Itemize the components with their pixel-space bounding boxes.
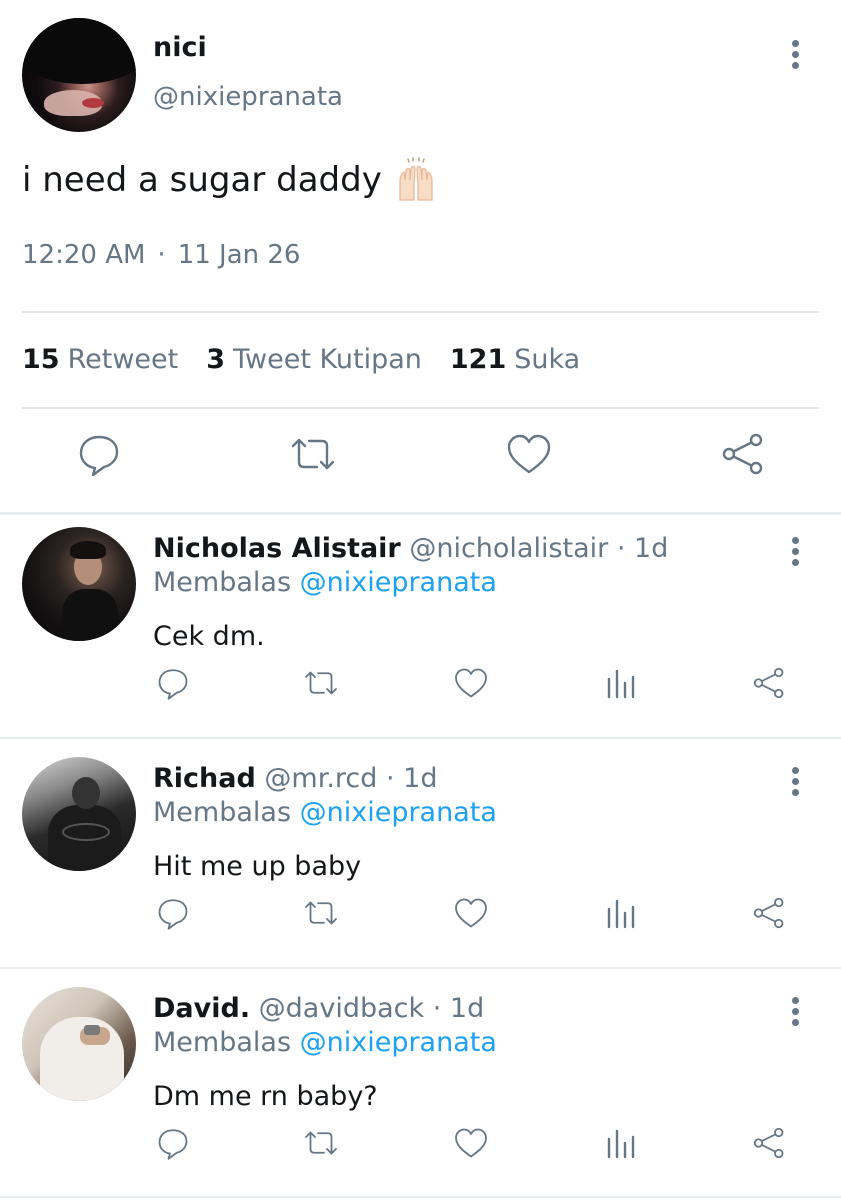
- likes-stat[interactable]: 121 Suka: [450, 344, 580, 375]
- reply-icon[interactable]: [75, 430, 123, 478]
- reply-tweet[interactable]: Nicholas Alistair @nicholalistair · 1d M…: [0, 515, 841, 737]
- like-icon[interactable]: [452, 665, 490, 701]
- reply-author-name[interactable]: David.: [153, 993, 250, 1024]
- divider: [0, 1196, 841, 1198]
- reply-action-bar: [0, 895, 841, 935]
- retweet-icon[interactable]: [287, 430, 339, 478]
- retweets-stat[interactable]: 15 Retweet: [22, 344, 178, 375]
- replying-label: Membalas: [153, 1027, 292, 1058]
- analytics-icon[interactable]: [604, 895, 638, 931]
- analytics-icon[interactable]: [604, 1125, 638, 1161]
- reply-avatar[interactable]: [22, 527, 136, 641]
- like-icon[interactable]: [504, 430, 554, 478]
- meta-separator: ·: [157, 240, 166, 270]
- reply-avatar[interactable]: [22, 757, 136, 871]
- reply-icon[interactable]: [155, 895, 191, 931]
- raising-hands-icon: [399, 157, 433, 201]
- share-icon[interactable]: [751, 665, 787, 701]
- replying-to-link[interactable]: @nixiepranata: [300, 567, 497, 598]
- share-icon[interactable]: [719, 430, 767, 478]
- author-avatar[interactable]: [22, 18, 136, 132]
- reply-icon[interactable]: [155, 665, 191, 701]
- reply-text: Dm me rn baby?: [153, 1081, 378, 1112]
- reply-age: · 1d: [432, 993, 485, 1024]
- more-options-icon[interactable]: [790, 537, 800, 566]
- reply-action-bar: [0, 1125, 841, 1165]
- reply-author-handle[interactable]: @nicholalistair: [409, 533, 608, 564]
- reply-author-handle[interactable]: @mr.rcd: [264, 763, 377, 794]
- replying-to: Membalas @nixiepranata: [153, 797, 497, 828]
- reply-icon[interactable]: [155, 1125, 191, 1161]
- reply-age: · 1d: [386, 763, 438, 794]
- reply-author-name[interactable]: Richad: [153, 763, 256, 794]
- divider: [22, 311, 819, 313]
- replying-to: Membalas @nixiepranata: [153, 567, 497, 598]
- replying-label: Membalas: [153, 567, 292, 598]
- author-handle[interactable]: @nixiepranata: [153, 82, 343, 112]
- divider: [0, 737, 841, 739]
- tweet-timestamp[interactable]: 12:20 AM · 11 Jan 26: [22, 240, 300, 270]
- share-icon[interactable]: [751, 895, 787, 931]
- replying-to-link[interactable]: @nixiepranata: [300, 797, 497, 828]
- author-name[interactable]: nici: [153, 32, 207, 63]
- tweet-stats: 15 Retweet 3 Tweet Kutipan 121 Suka: [22, 344, 580, 375]
- reply-header: Richad @mr.rcd · 1d: [153, 763, 438, 794]
- reply-header: Nicholas Alistair @nicholalistair · 1d: [153, 533, 668, 564]
- divider: [22, 407, 819, 409]
- tweet-text-row: i need a sugar daddy: [22, 156, 440, 204]
- reply-tweet[interactable]: Richad @mr.rcd · 1d Membalas @nixieprana…: [0, 745, 841, 967]
- retweet-icon[interactable]: [301, 665, 341, 701]
- reply-text: Cek dm.: [153, 621, 265, 652]
- share-icon[interactable]: [751, 1125, 787, 1161]
- reply-tweet[interactable]: David. @davidback · 1d Membalas @nixiepr…: [0, 975, 841, 1197]
- retweet-icon[interactable]: [301, 895, 341, 931]
- more-options-icon[interactable]: [790, 40, 800, 69]
- tweet-date: 11 Jan 26: [177, 240, 301, 270]
- analytics-icon[interactable]: [604, 665, 638, 701]
- replying-to: Membalas @nixiepranata: [153, 1027, 497, 1058]
- tweet-action-bar: [0, 430, 841, 490]
- like-icon[interactable]: [452, 1125, 490, 1161]
- more-options-icon[interactable]: [790, 997, 800, 1026]
- reply-avatar[interactable]: [22, 987, 136, 1101]
- reply-header: David. @davidback · 1d: [153, 993, 484, 1024]
- replying-label: Membalas: [153, 797, 292, 828]
- reply-author-handle[interactable]: @davidback: [259, 993, 424, 1024]
- reply-action-bar: [0, 665, 841, 705]
- tweet-text: i need a sugar daddy: [22, 160, 382, 200]
- reply-text: Hit me up baby: [153, 851, 362, 882]
- reply-age: · 1d: [616, 533, 669, 564]
- more-options-icon[interactable]: [790, 767, 800, 796]
- quotes-stat[interactable]: 3 Tweet Kutipan: [206, 344, 422, 375]
- reply-author-name[interactable]: Nicholas Alistair: [153, 533, 401, 564]
- retweet-icon[interactable]: [301, 1125, 341, 1161]
- replying-to-link[interactable]: @nixiepranata: [300, 1027, 497, 1058]
- like-icon[interactable]: [452, 895, 490, 931]
- tweet-time: 12:20 AM: [22, 240, 146, 270]
- divider: [0, 967, 841, 969]
